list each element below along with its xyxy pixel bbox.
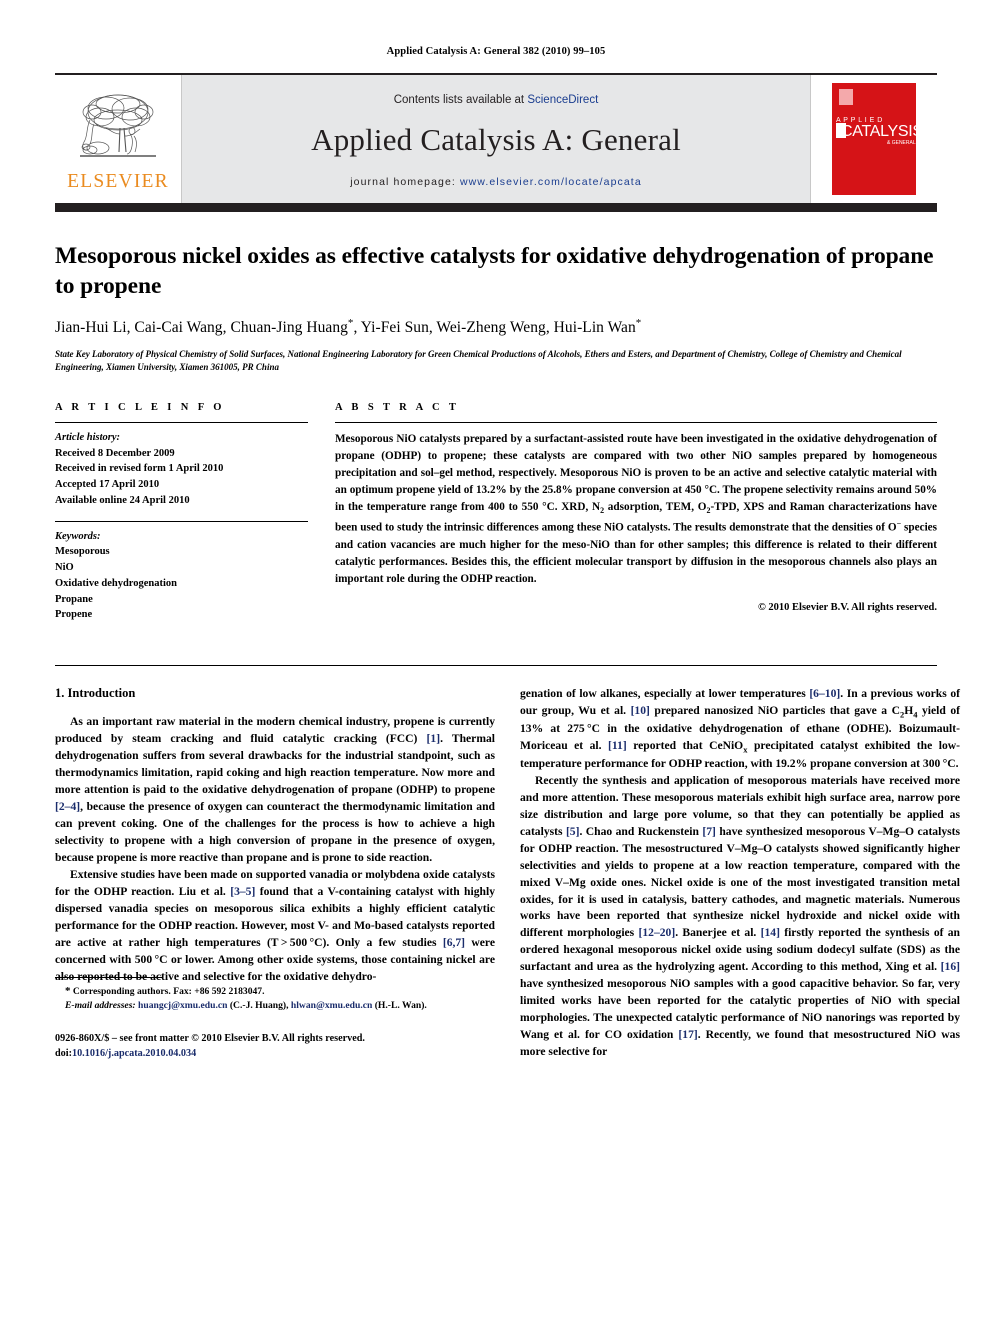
corresponding-author-note: * Corresponding authors. Fax: +86 592 21… bbox=[65, 984, 265, 997]
cover-corner-block bbox=[839, 89, 853, 105]
doi-link[interactable]: 10.1016/j.apcata.2010.04.034 bbox=[72, 1048, 196, 1059]
keyword-item: Oxidative dehydrogenation bbox=[55, 577, 178, 589]
article-info-column: A R T I C L E I N F O Article history: R… bbox=[55, 402, 308, 635]
info-abstract-row: A R T I C L E I N F O Article history: R… bbox=[55, 402, 937, 635]
elsevier-logo: ELSEVIER bbox=[55, 75, 182, 203]
issn-line: 0926-860X/$ – see front matter © 2010 El… bbox=[55, 1032, 365, 1044]
doi-line: doi:10.1016/j.apcata.2010.04.034 bbox=[55, 1047, 495, 1062]
masthead-bottom-bar bbox=[55, 203, 937, 212]
journal-masthead: ELSEVIER Contents lists available at Sci… bbox=[55, 73, 937, 203]
keyword-item: NiO bbox=[55, 562, 74, 574]
issn-copyright-block: 0926-860X/$ – see front matter © 2010 El… bbox=[55, 1032, 495, 1062]
homepage-prefix: journal homepage: bbox=[350, 176, 460, 188]
section-title-introduction: 1. Introduction bbox=[55, 686, 136, 701]
article-history-group: Article history: Received 8 December 200… bbox=[55, 423, 308, 521]
footnote-rule bbox=[55, 976, 163, 978]
article-title: Mesoporous nickel oxides as effective ca… bbox=[55, 243, 934, 299]
body-column-right: genation of low alkanes, especially at l… bbox=[520, 686, 960, 1061]
article-page: Applied Catalysis A: General 382 (2010) … bbox=[0, 0, 992, 1323]
paragraph: As an important raw material in the mode… bbox=[55, 715, 495, 865]
history-line: Available online 24 April 2010 bbox=[55, 494, 190, 506]
journal-homepage-link[interactable]: www.elsevier.com/locate/apcata bbox=[460, 176, 642, 188]
sciencedirect-link[interactable]: ScienceDirect bbox=[527, 94, 598, 106]
history-line: Accepted 17 April 2010 bbox=[55, 479, 160, 491]
copyright-line: © 2010 Elsevier B.V. All rights reserved… bbox=[757, 602, 937, 614]
body-column-left: 1. Introduction As an important raw mate… bbox=[55, 686, 495, 1061]
journal-title: Applied Catalysis A: General bbox=[311, 122, 681, 157]
email-addresses-note: E-mail addresses: huangcj@xmu.edu.cn (C.… bbox=[65, 1000, 427, 1012]
paragraph: Recently the synthesis and application o… bbox=[520, 773, 961, 1059]
article-info-heading: A R T I C L E I N F O bbox=[55, 401, 225, 413]
cover-image: A P P L I E D CATALYSIS & GENERAL bbox=[832, 83, 916, 195]
paragraph: genation of low alkanes, especially at l… bbox=[520, 687, 960, 770]
author-list: Jian-Hui Li, Cai-Cai Wang, Chuan-Jing Hu… bbox=[55, 317, 642, 337]
journal-cover-thumbnail: A P P L I E D CATALYSIS & GENERAL bbox=[810, 75, 937, 203]
article-history-label: Article history: bbox=[55, 431, 121, 443]
contents-available-line: Contents lists available at ScienceDirec… bbox=[394, 94, 599, 106]
footnote-area: * Corresponding authors. Fax: +86 592 21… bbox=[55, 976, 495, 1062]
abstract-text: Mesoporous NiO catalysts prepared by a s… bbox=[335, 432, 937, 586]
keywords-group: Keywords: Mesoporous NiO Oxidative dehyd… bbox=[55, 522, 308, 636]
history-line: Received in revised form 1 April 2010 bbox=[55, 463, 224, 475]
abstract-column: A B S T R A C T Mesoporous NiO catalysts… bbox=[335, 402, 937, 635]
elsevier-wordmark: ELSEVIER bbox=[67, 170, 169, 192]
keyword-item: Mesoporous bbox=[55, 546, 110, 558]
cover-sub-label: & GENERAL bbox=[887, 140, 916, 146]
running-head: Applied Catalysis A: General 382 (2010) … bbox=[386, 46, 606, 57]
abstract-heading: A B S T R A C T bbox=[335, 401, 460, 413]
paragraph: Extensive studies have been made on supp… bbox=[55, 868, 495, 983]
keywords-label: Keywords: bbox=[55, 530, 101, 542]
elsevier-tree-icon bbox=[80, 94, 156, 157]
affiliation: State Key Laboratory of Physical Chemist… bbox=[55, 349, 902, 373]
doi-prefix: doi: bbox=[55, 1047, 72, 1059]
masthead-center-band: Contents lists available at ScienceDirec… bbox=[182, 75, 810, 203]
keyword-item: Propene bbox=[55, 609, 93, 621]
cover-main-label: CATALYSIS bbox=[841, 123, 916, 140]
journal-homepage-line: journal homepage: www.elsevier.com/locat… bbox=[350, 176, 642, 188]
history-line: Received 8 December 2009 bbox=[55, 447, 175, 459]
contents-prefix: Contents lists available at bbox=[393, 94, 528, 106]
title-block: Mesoporous nickel oxides as effective ca… bbox=[55, 212, 937, 374]
keyword-item: Propane bbox=[55, 593, 93, 605]
body-columns: 1. Introduction As an important raw mate… bbox=[55, 665, 960, 1061]
